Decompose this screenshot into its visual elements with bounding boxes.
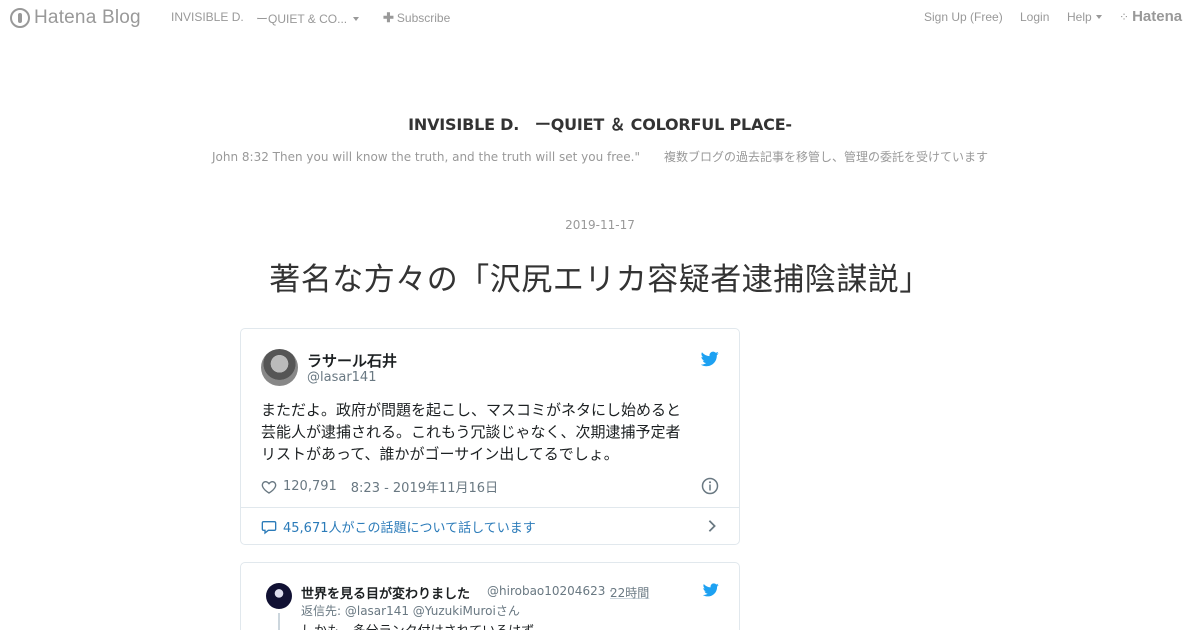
blog-name-dropdown[interactable]: ーQUIET & CO...	[256, 10, 360, 27]
blog-description: John 8:32 Then you will know the truth, …	[211, 150, 989, 164]
twitter-bird-icon[interactable]	[701, 351, 719, 367]
conversation-link[interactable]: 45,671人がこの話題について話しています	[261, 517, 536, 536]
subscribe-button[interactable]: ✚ Subscribe	[383, 10, 450, 26]
tweet-author-handle[interactable]: @hirobao10204623 ·	[487, 584, 613, 598]
twitter-bird-icon[interactable]	[703, 583, 719, 597]
tweet-text-line: まただよ。政府が問題を起こし、マスコミがネタにし始めると	[261, 401, 682, 419]
plus-icon: ✚	[383, 10, 394, 25]
tweet-text: まただよ。政府が問題を起こし、マスコミがネタにし始めると 芸能人が逮捕される。こ…	[261, 399, 721, 465]
tweet-relative-time[interactable]: 22時間	[610, 584, 649, 601]
tweet-author-name[interactable]: 世界を見る目が変わりました	[301, 583, 470, 602]
tweet-meta: 120,791 8:23 - 2019年11月16日	[261, 477, 498, 496]
caret-down-icon	[353, 16, 360, 21]
tweet-text: しかも、多分ランク付けされているはず。	[301, 620, 546, 630]
help-dropdown[interactable]: Help	[1067, 10, 1102, 24]
chevron-right-icon[interactable]	[707, 519, 717, 533]
thread-line	[278, 613, 280, 630]
blog-name-link[interactable]: INVISIBLE D.	[171, 10, 244, 24]
tweet-timestamp[interactable]: 8:23 - 2019年11月16日	[351, 477, 498, 496]
login-link[interactable]: Login	[1020, 10, 1049, 24]
conversation-label: 45,671人がこの話題について話しています	[283, 521, 536, 536]
info-icon[interactable]	[701, 477, 719, 495]
divider	[241, 507, 739, 508]
heart-icon[interactable]	[261, 479, 277, 495]
global-header: Hatena Blog INVISIBLE D. ーQUIET & CO... …	[0, 0, 1200, 36]
avatar[interactable]	[261, 349, 298, 386]
brand-text: Hatena Blog	[34, 7, 141, 28]
tweet-text-line: リストがあって、誰かがゴーサイン出してるでしょ。	[261, 445, 619, 463]
subscribe-label: Subscribe	[396, 11, 451, 25]
tweet-author-handle[interactable]: @lasar141	[307, 370, 376, 385]
avatar[interactable]	[266, 583, 292, 609]
blog-title[interactable]: INVISIBLE D. ーQUIET ＆ COLORFUL PLACE-	[0, 111, 1200, 135]
handle-text: @hirobao10204623	[487, 584, 606, 598]
reply-to-line: 返信先: @lasar141 @YuzukiMuroiさん	[301, 604, 520, 618]
hatena-blog-brand[interactable]: Hatena Blog	[10, 6, 141, 30]
signup-link[interactable]: Sign Up (Free)	[924, 10, 1003, 24]
tweet-text-line: 芸能人が逮捕される。これもう冗談じゃなく、次期逮捕予定者	[261, 423, 681, 441]
embedded-tweet-reply: 世界を見る目が変わりました @hirobao10204623 · 22時間 返信…	[240, 562, 740, 630]
like-count[interactable]: 120,791	[283, 479, 337, 494]
hatena-icon: ⁘	[1119, 9, 1130, 24]
blog-name-dropdown-label: ーQUIET & CO...	[256, 12, 348, 26]
entry-title[interactable]: 著名な方々の「沢尻エリカ容疑者逮捕陰謀説」	[0, 254, 1200, 299]
entry-date[interactable]: 2019-11-17	[0, 218, 1200, 232]
help-label: Help	[1067, 10, 1092, 24]
speech-bubble-icon	[261, 520, 277, 534]
tweet-author-name[interactable]: ラサール石井	[307, 350, 397, 371]
embedded-tweet: ラサール石井 @lasar141 まただよ。政府が問題を起こし、マスコミがネタに…	[240, 328, 740, 545]
caret-down-icon	[1095, 15, 1102, 19]
hatena-link[interactable]: ⁘ Hatena	[1119, 8, 1182, 25]
hatena-label: Hatena	[1132, 8, 1183, 25]
hatena-blog-logo-icon	[10, 8, 30, 28]
